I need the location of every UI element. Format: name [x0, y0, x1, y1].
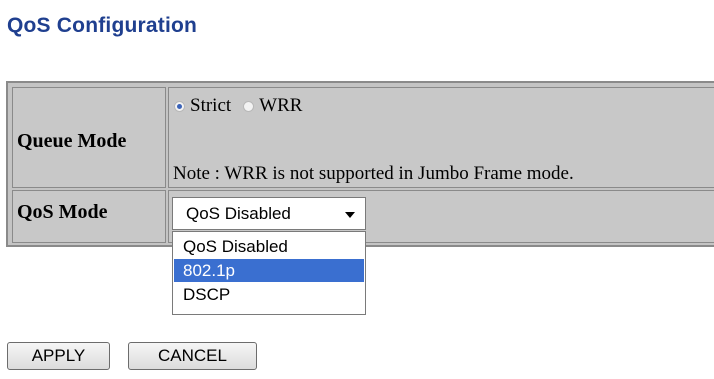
strict-radio-label[interactable]: Strict: [190, 95, 231, 117]
dropdown-option-qos-disabled[interactable]: QoS Disabled: [174, 235, 364, 258]
queue-mode-label-cell: Queue Mode: [12, 87, 166, 188]
cancel-button[interactable]: CANCEL: [128, 342, 257, 370]
strict-radio[interactable]: [174, 100, 185, 112]
queue-mode-radio-group: Strict WRR: [174, 95, 302, 117]
dropdown-option-8021p[interactable]: 802.1p: [174, 259, 364, 282]
page-title: QoS Configuration: [7, 14, 198, 37]
wrr-radio[interactable]: [243, 100, 255, 112]
qos-mode-label-cell: QoS Mode: [12, 190, 166, 243]
qos-mode-dropdown-list: QoS Disabled 802.1p DSCP: [172, 231, 366, 315]
wrr-radio-label[interactable]: WRR: [259, 95, 302, 117]
queue-mode-note: Note : WRR is not supported in Jumbo Fra…: [173, 163, 574, 184]
qos-mode-selected-value: QoS Disabled: [186, 204, 291, 223]
dropdown-option-dscp[interactable]: DSCP: [174, 283, 364, 306]
apply-button[interactable]: APPLY: [7, 342, 110, 370]
qos-mode-select[interactable]: QoS Disabled: [172, 197, 366, 230]
queue-mode-label: Queue Mode: [17, 130, 127, 152]
chevron-down-icon[interactable]: [345, 212, 355, 218]
qos-mode-label: QoS Mode: [17, 201, 108, 223]
